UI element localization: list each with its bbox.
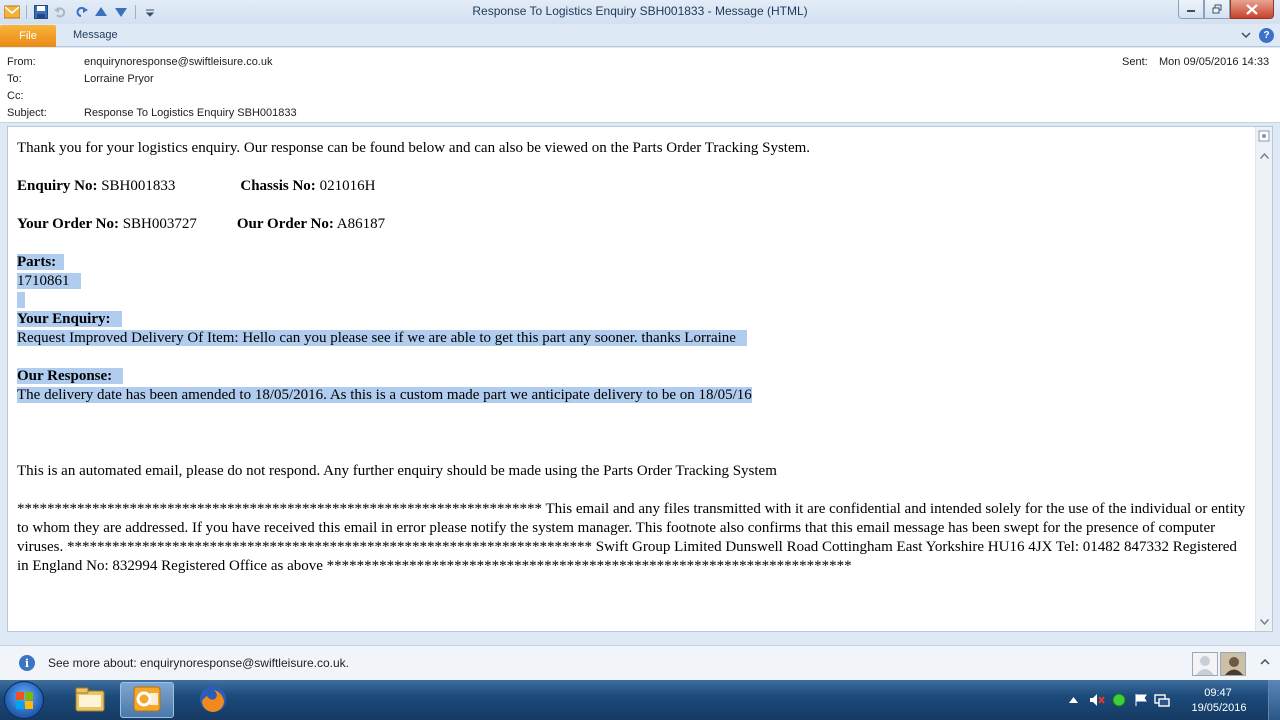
volume-muted-icon[interactable] bbox=[1089, 692, 1105, 708]
outlook-icon bbox=[132, 685, 162, 716]
ribbon-right-controls: ? bbox=[1241, 28, 1274, 43]
intro-text: Thank you for your logistics enquiry. Ou… bbox=[17, 140, 811, 156]
parts-value: 1710861 bbox=[17, 273, 70, 289]
action-center-flag-icon[interactable] bbox=[1133, 692, 1149, 708]
our-order-no-value: A86187 bbox=[333, 216, 386, 232]
chevron-down-icon[interactable] bbox=[1241, 30, 1251, 42]
our-response-heading-line: Our Response: bbox=[17, 367, 1252, 386]
to-value[interactable]: Lorraine Pryor bbox=[84, 73, 154, 85]
network-icon[interactable] bbox=[1154, 692, 1170, 708]
enquiry-no-value: SBH001833 bbox=[97, 178, 176, 194]
your-enquiry-label: Your Enquiry: bbox=[17, 311, 111, 327]
your-enquiry-value: Request Improved Delivery Of Item: Hello… bbox=[17, 330, 736, 346]
subject-value: Response To Logistics Enquiry SBH001833 bbox=[84, 107, 297, 119]
message-body[interactable]: Thank you for your logistics enquiry. Ou… bbox=[7, 126, 1273, 632]
firefox-icon bbox=[198, 684, 228, 717]
status-green-icon[interactable] bbox=[1111, 692, 1127, 708]
contact-photo-placeholder[interactable] bbox=[1192, 652, 1218, 676]
message-content: Thank you for your logistics enquiry. Ou… bbox=[17, 139, 1252, 576]
window-controls bbox=[1178, 0, 1274, 20]
restore-button[interactable] bbox=[1204, 0, 1230, 19]
message-headers: From: enquirynoresponse@swiftleisure.co.… bbox=[0, 48, 1280, 123]
subject-label: Subject: bbox=[7, 107, 47, 119]
from-value[interactable]: enquirynoresponse@swiftleisure.co.uk bbox=[84, 56, 272, 68]
help-icon[interactable]: ? bbox=[1259, 28, 1274, 43]
scroll-up-button[interactable] bbox=[1257, 149, 1271, 163]
info-icon: i bbox=[19, 655, 35, 671]
chevron-up-icon[interactable] bbox=[1260, 657, 1270, 669]
options-icon[interactable] bbox=[1257, 129, 1271, 143]
tab-message[interactable]: Message bbox=[73, 29, 118, 41]
your-enquiry-value-line: Request Improved Delivery Of Item: Hello… bbox=[17, 329, 1252, 348]
show-desktop-button[interactable] bbox=[1268, 680, 1280, 720]
our-response-value-line: The delivery date has been amended to 18… bbox=[17, 386, 1252, 405]
your-enquiry-heading-line: Your Enquiry: bbox=[17, 310, 1252, 329]
taskbar-outlook[interactable] bbox=[120, 682, 174, 718]
show-hidden-icons-icon[interactable] bbox=[1065, 692, 1081, 708]
to-label: To: bbox=[7, 73, 22, 85]
sent-value: Mon 09/05/2016 14:33 bbox=[1159, 56, 1270, 68]
cc-label: Cc: bbox=[7, 90, 24, 102]
order-line: Your Order No: SBH003727 Our Order No: A8… bbox=[17, 215, 1252, 234]
title-bar: Response To Logistics Enquiry SBH001833 … bbox=[0, 0, 1280, 24]
minimize-button[interactable] bbox=[1178, 0, 1204, 19]
start-button[interactable] bbox=[4, 681, 44, 719]
taskbar-firefox[interactable] bbox=[186, 682, 240, 718]
window-title: Response To Logistics Enquiry SBH001833 … bbox=[472, 4, 808, 18]
taskbar: 09:47 19/05/2016 bbox=[0, 680, 1280, 720]
close-button[interactable] bbox=[1230, 0, 1274, 19]
our-order-no-label: Our Order No: bbox=[236, 216, 334, 232]
enquiry-line: Enquiry No: SBH001833 Chassis No: 021016H bbox=[17, 177, 1252, 196]
scroll-down-button[interactable] bbox=[1257, 615, 1271, 629]
spacer bbox=[17, 291, 1252, 310]
taskbar-file-explorer[interactable] bbox=[63, 682, 117, 718]
ribbon: File Message ? bbox=[0, 24, 1280, 47]
disclaimer-footer: ****************************************… bbox=[17, 501, 1246, 574]
chassis-no-label: Chassis No: bbox=[240, 178, 316, 194]
clock-time[interactable]: 09:47 bbox=[1188, 687, 1248, 699]
our-response-label: Our Response: bbox=[17, 368, 113, 384]
your-order-no-label: Your Order No: bbox=[17, 216, 119, 232]
file-explorer-icon bbox=[75, 686, 105, 715]
parts-label: Parts: bbox=[17, 254, 57, 270]
clock-date[interactable]: 19/05/2016 bbox=[1184, 702, 1254, 714]
tab-file[interactable]: File bbox=[0, 25, 56, 47]
parts-heading-line: Parts: bbox=[17, 253, 1252, 272]
see-more-link[interactable]: See more about: enquirynoresponse@swiftl… bbox=[48, 656, 349, 670]
from-label: From: bbox=[7, 56, 36, 68]
vertical-scrollbar[interactable] bbox=[1255, 127, 1272, 631]
parts-value-line: 1710861 bbox=[17, 272, 1252, 291]
automated-note: This is an automated email, please do no… bbox=[17, 463, 777, 479]
people-pane: i See more about: enquirynoresponse@swif… bbox=[0, 645, 1280, 680]
your-order-no-value: SBH003727 bbox=[118, 216, 197, 232]
system-tray: 09:47 19/05/2016 bbox=[1060, 680, 1280, 720]
sent-label: Sent: bbox=[1122, 56, 1148, 68]
enquiry-no-label: Enquiry No: bbox=[17, 178, 98, 194]
chassis-no-value: 021016H bbox=[315, 178, 376, 194]
our-response-value: The delivery date has been amended to 18… bbox=[17, 387, 752, 403]
contact-photo[interactable] bbox=[1220, 652, 1246, 676]
